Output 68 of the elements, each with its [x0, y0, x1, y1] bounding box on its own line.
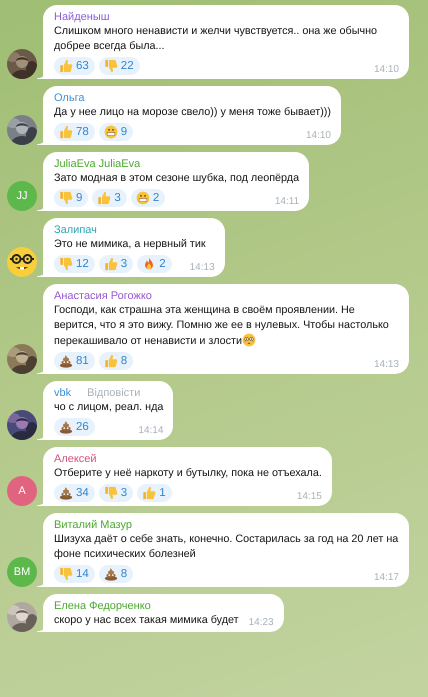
message-time: 14:13 [188, 262, 215, 273]
reaction-button[interactable]: 2 [137, 255, 172, 273]
message-text: Это не мимика, а нервный тик [54, 237, 207, 252]
thumbs-down-icon [104, 59, 118, 73]
reaction-button[interactable]: 81 [54, 352, 95, 370]
thumbs-up-icon [59, 59, 73, 73]
nerd-face-icon [7, 247, 37, 277]
message-text: Слишком много ненависти и желчи чувствуется.. она же обычно добрее всегда была... [54, 24, 378, 54]
author-name[interactable]: JuliaEva JuliaEva [54, 157, 140, 171]
reaction-button[interactable]: 63 [54, 57, 95, 75]
poop-icon [59, 486, 73, 500]
message-text: чо с лицом, реал. нда [54, 400, 164, 415]
message-time: 14:17 [372, 572, 399, 583]
reaction-button[interactable]: 3 [92, 189, 127, 207]
author-name[interactable]: Анастасия Рогожко [54, 289, 152, 303]
reaction-button[interactable]: 14 [54, 565, 95, 583]
message-time: 14:10 [304, 130, 331, 141]
thumbs-up-icon [59, 125, 73, 139]
message-time: 14:11 [274, 196, 300, 207]
message-time: 14:14 [137, 425, 164, 436]
reaction-button[interactable]: 9 [98, 123, 134, 141]
message-text: Шизуха даёт о себе знать, конечно. Состарилась за год на 20 лет на фоне психических болезней [54, 532, 399, 562]
reaction-button[interactable]: 12 [54, 255, 95, 273]
thumbs-up-icon [142, 486, 156, 500]
message-time: 14:23 [248, 617, 274, 628]
message-text: Да у нее лицо на морозе свело)) у меня тоже бывает))) [54, 105, 331, 120]
message-time: 14:10 [372, 64, 399, 75]
reaction-button[interactable]: 3 [98, 255, 134, 273]
grinning-face-icon [104, 125, 118, 139]
avatar[interactable]: А [7, 476, 37, 506]
author-name[interactable]: Залипач [54, 223, 97, 237]
thumbs-up-icon [104, 354, 118, 368]
reaction-button[interactable]: 8 [98, 565, 134, 583]
grinning-face-icon [136, 191, 150, 205]
thumbs-down-icon [59, 191, 73, 205]
message-time: 14:13 [372, 359, 399, 370]
poop-icon [59, 354, 73, 368]
reaction-button[interactable]: 22 [98, 57, 140, 75]
author-name[interactable]: vbk [54, 386, 72, 400]
reaction-button[interactable]: 3 [98, 484, 134, 502]
thumbs-down-icon [104, 486, 118, 500]
author-name[interactable]: Найденыш [54, 10, 110, 24]
flushed-face-icon [242, 333, 256, 347]
author-name[interactable]: Виталий Мазур [54, 518, 132, 532]
author-name[interactable]: Ольга [54, 91, 84, 105]
message-text: Господи, как страшна эта женщина в своём проявлении. Не верится, что я это вижу. Помню же ее в нулевых. Чтобы настолько перекашивало от ненависти и злости [54, 303, 390, 349]
message-time: 14:15 [296, 491, 322, 502]
reaction-button[interactable]: 34 [54, 484, 95, 502]
author-name[interactable]: Елена Федорченко [54, 599, 151, 613]
thumbs-down-icon [59, 257, 73, 271]
message-text: скоро у нас всех такая мимика будет [54, 613, 239, 628]
reaction-button[interactable]: 2 [130, 189, 166, 207]
author-name[interactable]: Алексей [54, 452, 97, 466]
reaction-button[interactable]: 8 [98, 352, 134, 370]
thumbs-down-icon [59, 567, 73, 581]
reaction-button[interactable]: 26 [54, 418, 95, 436]
reply-link[interactable]: Відповісти [87, 386, 140, 400]
reaction-button[interactable]: 1 [137, 484, 172, 502]
reaction-button[interactable]: 78 [54, 123, 95, 141]
thumbs-up-icon [104, 257, 118, 271]
poop-icon [59, 420, 73, 434]
avatar[interactable]: JJ [7, 181, 37, 211]
avatar[interactable]: ВМ [7, 557, 37, 587]
message-text: Зато модная в этом сезоне шубка, под леопёрда [54, 171, 300, 186]
message-text: Отберите у неё наркоту и бутылку, пока не отъехала. [54, 466, 322, 481]
reaction-button[interactable]: 9 [54, 189, 88, 207]
thumbs-up-icon [97, 191, 112, 205]
poop-icon [104, 567, 118, 581]
